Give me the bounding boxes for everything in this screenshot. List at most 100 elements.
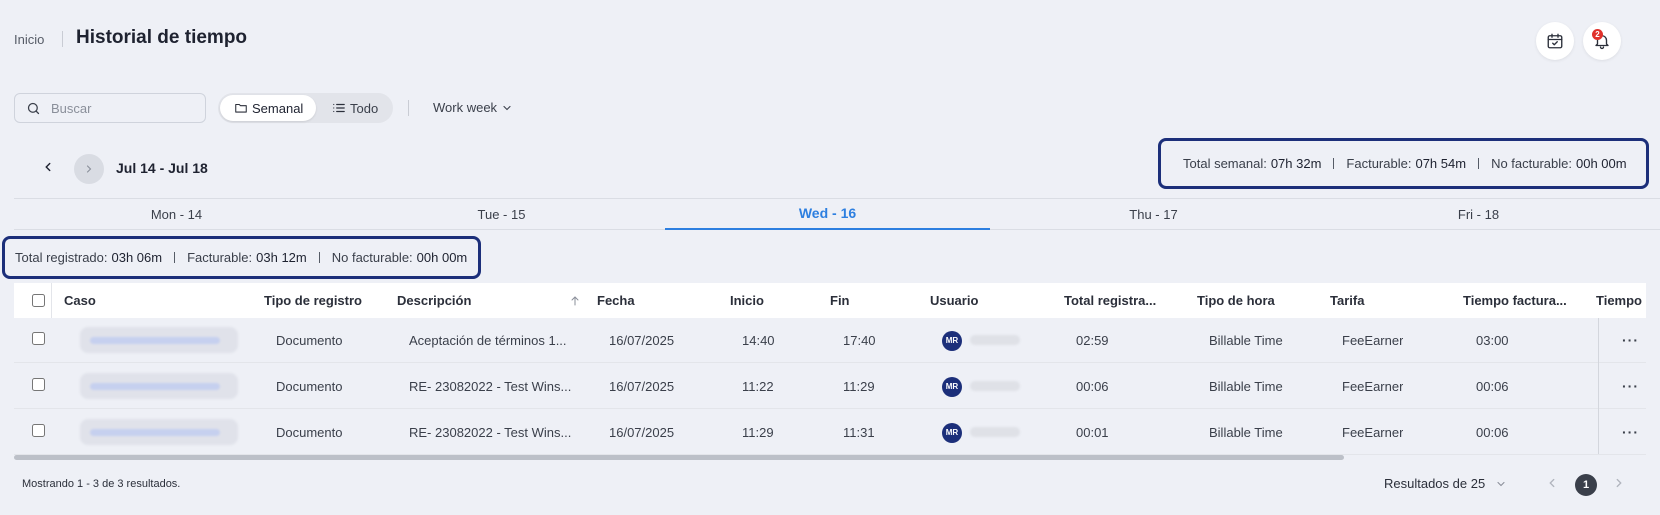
notifications-button[interactable]: 2 xyxy=(1583,22,1621,60)
cell-tipo-hora: Billable Time xyxy=(1209,425,1283,440)
table-row[interactable]: Documento RE- 23082022 - Test Wins... 16… xyxy=(14,364,1646,409)
cell-fecha: 16/07/2025 xyxy=(609,379,675,394)
week-billable-label: Facturable: xyxy=(1346,156,1412,171)
week-billable-value: 07h 54m xyxy=(1415,156,1467,171)
week-total-value: 07h 32m xyxy=(1270,156,1322,171)
case-name-redacted[interactable] xyxy=(80,373,238,399)
cell-descripcion: RE- 23082022 - Test Wins... xyxy=(409,425,572,440)
week-total-label: Total semanal: xyxy=(1183,156,1267,171)
week-nonbillable-value: 00h 00m xyxy=(1576,156,1627,171)
chevron-right-icon xyxy=(1616,478,1622,488)
cell-inicio: 14:40 xyxy=(742,333,775,348)
avatar: MR xyxy=(942,331,962,351)
table-row[interactable]: Documento RE- 23082022 - Test Wins... 16… xyxy=(14,410,1646,455)
period-label: Work week xyxy=(433,100,498,115)
chevron-down-icon xyxy=(503,105,511,110)
day-nonbillable-label: No facturable: xyxy=(331,250,413,265)
col-tarifa[interactable]: Tarifa xyxy=(1330,293,1364,308)
col-tiempo[interactable]: Tiempo xyxy=(1596,293,1646,308)
chevron-left-icon xyxy=(1549,478,1555,488)
day-billable-value: 03h 12m xyxy=(256,250,307,265)
cell-total: 00:01 xyxy=(1076,425,1109,440)
breadcrumb-home[interactable]: Inicio xyxy=(14,32,44,47)
row-checkbox[interactable] xyxy=(32,424,45,437)
page-size-dropdown[interactable]: Resultados de 25 xyxy=(1384,476,1507,491)
col-tiempo-facturado[interactable]: Tiempo factura... xyxy=(1463,293,1581,308)
previous-week-button[interactable] xyxy=(38,157,58,177)
page-header: Inicio Historial de tiempo 2 xyxy=(0,0,1660,80)
week-nonbillable-label: No facturable: xyxy=(1491,156,1572,171)
cell-facturado: 00:06 xyxy=(1476,425,1509,440)
cell-tipo-hora: Billable Time xyxy=(1209,379,1283,394)
horizontal-scrollbar[interactable] xyxy=(14,455,1344,460)
next-week-button[interactable] xyxy=(74,154,104,184)
cell-tarifa: FeeEarner xyxy=(1342,379,1404,394)
week-range: Jul 14 - Jul 18 xyxy=(116,160,208,176)
list-icon xyxy=(333,103,345,113)
page-number-current[interactable]: 1 xyxy=(1575,474,1597,496)
col-total-registrado[interactable]: Total registra... xyxy=(1064,293,1182,308)
notification-badge: 2 xyxy=(1592,29,1603,40)
cell-tipo: Documento xyxy=(276,425,343,440)
row-actions-button[interactable]: ··· xyxy=(1622,378,1639,394)
time-entries-table: Caso Tipo de registro Descripción Fecha … xyxy=(14,283,1646,456)
select-all-checkbox[interactable] xyxy=(32,294,45,307)
page-size-label: Resultados de 25 xyxy=(1384,476,1486,491)
day-summary: Total registrado: 03h 06m Facturable: 03… xyxy=(2,236,481,279)
day-tabs: Mon - 14 Tue - 15 Wed - 16 Thu - 17 Fri … xyxy=(14,198,1660,230)
col-usuario[interactable]: Usuario xyxy=(930,293,978,308)
row-actions-button[interactable]: ··· xyxy=(1622,424,1639,440)
chevron-right-icon xyxy=(86,165,92,173)
breadcrumb-divider xyxy=(62,31,63,47)
calendar-check-icon xyxy=(1547,33,1563,49)
next-page-button[interactable] xyxy=(1612,476,1626,495)
table-row[interactable]: Documento Aceptación de términos 1... 16… xyxy=(14,318,1646,363)
view-toggle: Semanal Todo xyxy=(218,93,393,123)
case-name-redacted[interactable] xyxy=(80,419,238,445)
chevron-down-icon xyxy=(1497,481,1505,486)
period-dropdown[interactable]: Work week xyxy=(433,100,513,115)
previous-page-button[interactable] xyxy=(1545,476,1559,495)
search-input[interactable] xyxy=(51,98,201,118)
tab-thu-17[interactable]: Thu - 17 xyxy=(991,199,1316,230)
avatar: MR xyxy=(942,377,962,397)
sort-ascending-icon[interactable] xyxy=(569,294,581,308)
day-total-label: Total registrado: xyxy=(15,250,108,265)
user-name-redacted xyxy=(970,335,1020,345)
col-inicio[interactable]: Inicio xyxy=(730,293,764,308)
row-checkbox[interactable] xyxy=(32,378,45,391)
cell-tarifa: FeeEarner xyxy=(1342,425,1404,440)
case-name-redacted[interactable] xyxy=(80,327,238,353)
view-weekly-button[interactable]: Semanal xyxy=(220,95,316,121)
cell-inicio: 11:22 xyxy=(742,379,774,394)
page-title: Historial de tiempo xyxy=(76,27,248,48)
header-divider xyxy=(51,283,52,318)
calendar-button[interactable] xyxy=(1536,22,1574,60)
summary-divider xyxy=(174,252,176,263)
tab-fri-18[interactable]: Fri - 18 xyxy=(1316,199,1641,230)
tab-tue-15[interactable]: Tue - 15 xyxy=(339,199,664,230)
col-descripcion[interactable]: Descripción xyxy=(397,293,471,308)
table-header: Caso Tipo de registro Descripción Fecha … xyxy=(14,283,1646,318)
cell-descripcion: RE- 23082022 - Test Wins... xyxy=(409,379,572,394)
tab-mon-14[interactable]: Mon - 14 xyxy=(14,199,339,230)
cell-tarifa: FeeEarner xyxy=(1342,333,1404,348)
day-total-value: 03h 06m xyxy=(111,250,163,265)
row-actions-button[interactable]: ··· xyxy=(1622,332,1639,348)
tab-wed-16[interactable]: Wed - 16 xyxy=(665,199,990,230)
actions-column-divider xyxy=(1598,318,1599,454)
cell-tipo: Documento xyxy=(276,379,343,394)
col-tipo-hora[interactable]: Tipo de hora xyxy=(1197,293,1275,308)
col-caso[interactable]: Caso xyxy=(64,293,96,308)
results-count: Mostrando 1 - 3 de 3 resultados. xyxy=(22,478,181,490)
col-tipo-registro[interactable]: Tipo de registro xyxy=(264,293,362,308)
row-checkbox[interactable] xyxy=(32,332,45,345)
summary-divider xyxy=(1478,158,1480,169)
col-fin[interactable]: Fin xyxy=(830,293,850,308)
week-summary: Total semanal: 07h 32m Facturable: 07h 5… xyxy=(1158,138,1649,189)
cell-facturado: 03:00 xyxy=(1476,333,1509,348)
cell-total: 00:06 xyxy=(1076,379,1109,394)
col-fecha[interactable]: Fecha xyxy=(597,293,635,308)
view-all-button[interactable]: Todo xyxy=(322,95,390,121)
cell-inicio: 11:29 xyxy=(742,425,774,440)
